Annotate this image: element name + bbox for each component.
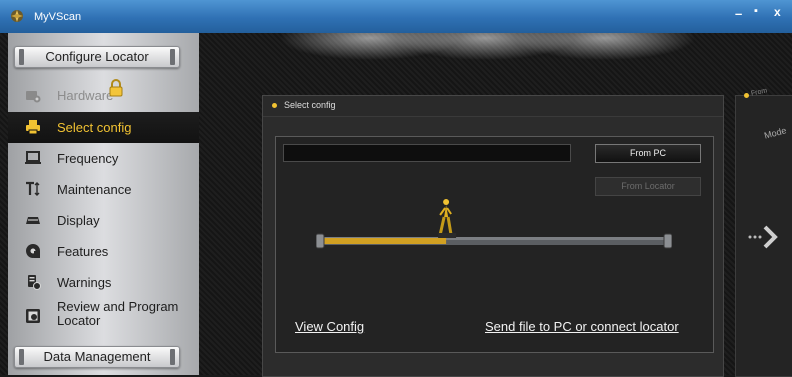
sidebar-item-label: Review and Program Locator — [57, 300, 178, 328]
sidebar-item-display[interactable]: Display — [8, 205, 199, 236]
transfer-progress-bar — [316, 199, 672, 249]
data-management-header[interactable]: Data Management — [14, 346, 180, 368]
next-step-panel: From Mode — [735, 87, 792, 377]
hardware-icon — [26, 91, 41, 103]
sidebar-item-hardware[interactable]: Hardware — [8, 79, 199, 111]
sidebar-item-label: Hardware — [57, 88, 114, 103]
config-file-path-field[interactable] — [283, 144, 571, 162]
sidebar-item-label: Features — [57, 244, 109, 259]
from-pc-button[interactable]: From PC — [595, 144, 701, 163]
configure-locator-header[interactable]: Configure Locator — [14, 46, 180, 68]
from-label: From — [750, 87, 768, 98]
sidebar-item-warnings[interactable]: Warnings — [8, 267, 199, 298]
panel-title: Select config — [284, 100, 336, 110]
panel-bullet-icon — [272, 103, 277, 108]
panel-header: Select config — [263, 96, 723, 117]
warnings-icon — [28, 275, 41, 290]
maximize-button[interactable]: ▪ — [754, 5, 758, 17]
select-config-icon — [26, 120, 40, 135]
config-box: From PC From Locator View Config Send fi… — [275, 136, 714, 353]
features-icon — [26, 244, 40, 258]
sidebar-item-label: Display — [57, 213, 100, 228]
mode-label: Mode — [763, 125, 788, 141]
panel-bullet-icon — [744, 93, 749, 98]
sidebar-item-frequency[interactable]: Frequency — [8, 143, 199, 174]
sidebar-item-label: Maintenance — [57, 182, 132, 197]
sidebar-item-label-line2: Locator — [57, 313, 101, 328]
app-logo-icon — [11, 10, 23, 22]
title-bar: MyVScan – ▪ x — [0, 0, 792, 33]
view-config-link[interactable]: View Config — [295, 319, 364, 334]
walking-person-icon — [438, 199, 457, 238]
main-content: Configure Locator Hardware Select config… — [0, 33, 792, 377]
sidebar-item-label: Frequency — [57, 151, 119, 166]
sidebar-item-select-config[interactable]: Select config — [8, 112, 199, 143]
progress-fill — [323, 238, 447, 244]
next-arrow-icon[interactable] — [746, 224, 782, 250]
review-program-icon — [26, 309, 40, 323]
maintenance-icon — [26, 181, 40, 196]
lock-icon — [109, 79, 123, 97]
frequency-icon — [25, 151, 41, 164]
sidebar-item-label: Select config — [57, 120, 132, 135]
close-button[interactable]: x — [774, 5, 781, 19]
minimize-button[interactable]: – — [735, 6, 742, 21]
sidebar-item-label-line1: Review and Program — [57, 299, 179, 314]
select-config-panel: Select config From PC From Locator View … — [262, 95, 724, 377]
sidebar-item-features[interactable]: Features — [8, 236, 199, 267]
window-title: MyVScan — [34, 11, 82, 23]
sidebar-item-maintenance[interactable]: Maintenance — [8, 174, 199, 205]
sidebar-item-review-program-locator[interactable]: Review and Program Locator — [8, 298, 199, 334]
send-file-link[interactable]: Send file to PC or connect locator — [485, 319, 679, 334]
display-icon — [26, 217, 40, 224]
from-locator-button[interactable]: From Locator — [595, 177, 701, 196]
sidebar-item-label: Warnings — [57, 275, 112, 290]
